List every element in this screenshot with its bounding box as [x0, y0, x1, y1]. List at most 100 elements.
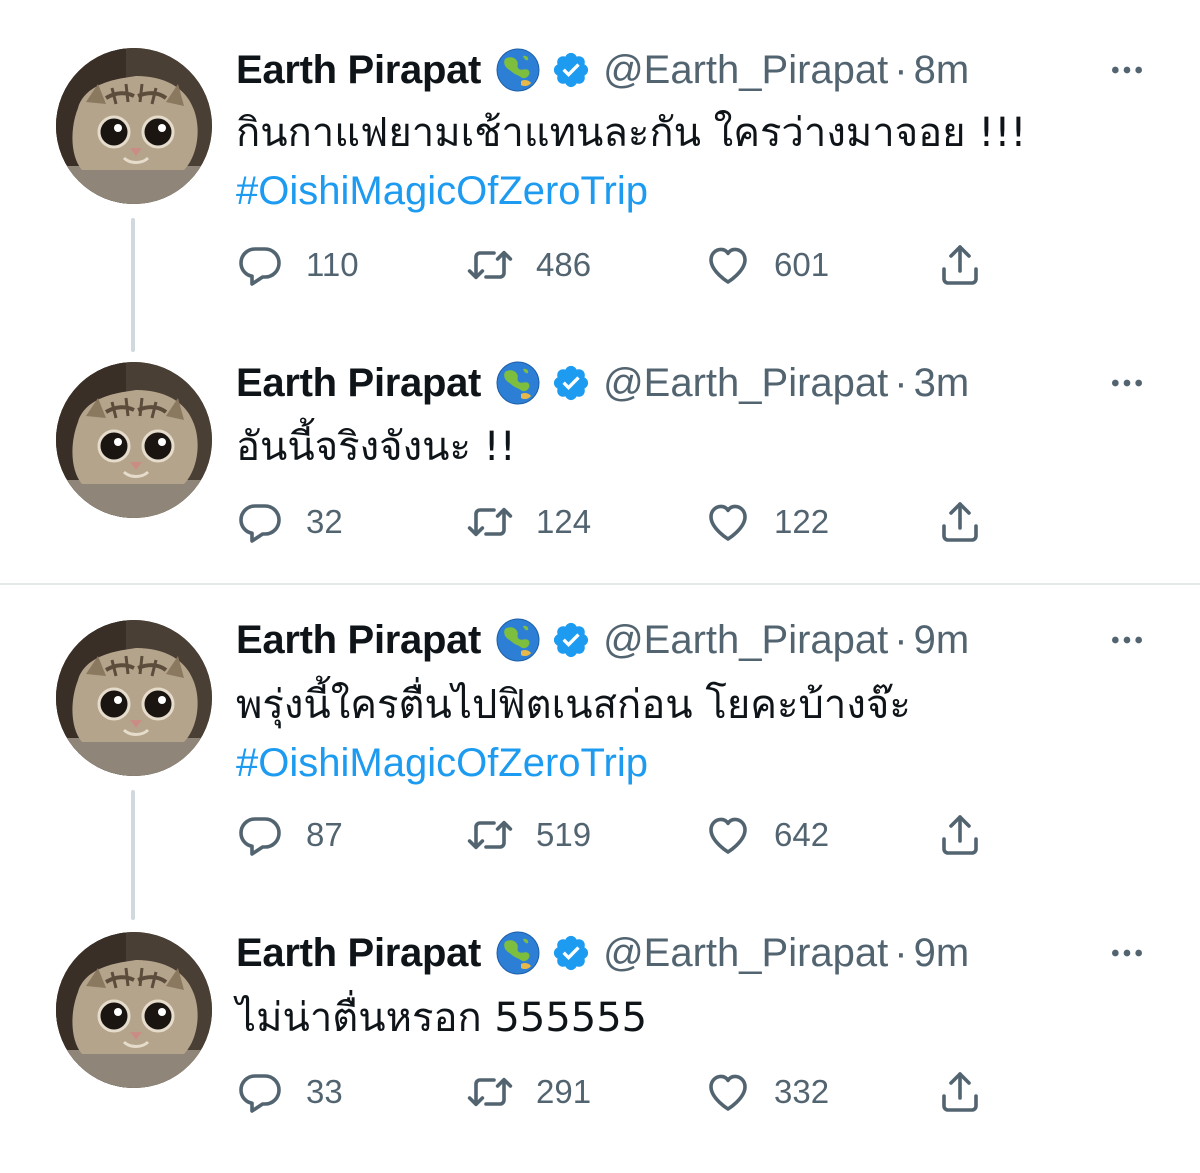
- more-options-button[interactable]: [1102, 928, 1152, 978]
- retweet-count: 291: [536, 1073, 592, 1110]
- reply-count: 32: [306, 503, 343, 540]
- more-options-icon: [1107, 620, 1147, 660]
- verified-badge-icon: [551, 620, 591, 660]
- share-button[interactable]: [936, 497, 984, 547]
- user-handle[interactable]: @Earth_Pirapat: [603, 931, 888, 976]
- retweet-button[interactable]: 124: [466, 497, 591, 547]
- user-handle[interactable]: @Earth_Pirapat: [603, 618, 888, 663]
- reply-count: 33: [306, 1073, 343, 1110]
- reply-icon: [236, 811, 284, 859]
- tweet-text: ไม่น่าตื่นหรอก 555555: [236, 989, 647, 1047]
- share-button[interactable]: [936, 1067, 984, 1117]
- reply-count: 110: [306, 246, 359, 283]
- thread-connector-line: [131, 218, 135, 352]
- separator-dot: ·: [894, 360, 908, 405]
- retweet-button[interactable]: 519: [466, 810, 591, 860]
- tweet-header: Earth Pirapat @Earth_Pirapat · 9m: [236, 928, 969, 978]
- tweet-header: Earth Pirapat @Earth_Pirapat · 3m: [236, 358, 969, 408]
- more-options-button[interactable]: [1102, 615, 1152, 665]
- user-handle[interactable]: @Earth_Pirapat: [603, 361, 888, 406]
- retweet-button[interactable]: 486: [466, 240, 591, 290]
- more-options-icon: [1107, 50, 1147, 90]
- avatar[interactable]: [56, 620, 212, 776]
- heart-icon: [704, 498, 752, 546]
- reply-button[interactable]: 33: [236, 1067, 343, 1117]
- like-count: 601: [774, 246, 830, 283]
- reply-count: 87: [306, 816, 343, 853]
- user-handle[interactable]: @Earth_Pirapat: [603, 48, 888, 93]
- reply-icon: [236, 498, 284, 546]
- separator-dot: ·: [894, 617, 908, 662]
- like-button[interactable]: 601: [704, 240, 829, 290]
- display-name[interactable]: Earth Pirapat: [236, 48, 481, 93]
- reply-button[interactable]: 87: [236, 810, 343, 860]
- separator-dot: ·: [894, 47, 908, 92]
- tweet-actions: 32 124 122: [236, 497, 996, 547]
- retweet-count: 486: [536, 246, 592, 283]
- more-options-button[interactable]: [1102, 45, 1152, 95]
- display-name[interactable]: Earth Pirapat: [236, 618, 481, 663]
- tweet-actions: 110 486 601: [236, 240, 996, 290]
- like-button[interactable]: 642: [704, 810, 829, 860]
- timestamp[interactable]: 9m: [914, 618, 970, 663]
- heart-icon: [704, 1068, 752, 1116]
- verified-badge-icon: [551, 363, 591, 403]
- thread-connector-line: [131, 790, 135, 920]
- tweet-text: พรุ่งนี้ใครตื่นไปฟิตเนสก่อน โยคะบ้างจ๊ะ …: [236, 676, 911, 792]
- retweet-icon: [466, 1068, 514, 1116]
- share-button[interactable]: [936, 240, 984, 290]
- more-options-icon: [1107, 363, 1147, 403]
- avatar[interactable]: [56, 48, 212, 204]
- share-icon: [936, 1068, 984, 1116]
- avatar[interactable]: [56, 932, 212, 1088]
- reply-button[interactable]: 110: [236, 240, 359, 290]
- tweet-actions: 87 519 642: [236, 810, 996, 860]
- cat-avatar-image: [56, 362, 212, 518]
- thread-divider: [0, 583, 1200, 585]
- timestamp[interactable]: 3m: [914, 361, 970, 406]
- display-name[interactable]: Earth Pirapat: [236, 361, 481, 406]
- avatar[interactable]: [56, 362, 212, 518]
- verified-badge-icon: [551, 50, 591, 90]
- tweet-header: Earth Pirapat @Earth_Pirapat · 8m: [236, 45, 969, 95]
- tweet-text: กินกาแฟยามเช้าแทนละกัน ใครว่างมาจอย !!! …: [236, 104, 1026, 220]
- reply-button[interactable]: 32: [236, 497, 343, 547]
- retweet-icon: [466, 498, 514, 546]
- cat-avatar-image: [56, 48, 212, 204]
- tweet-text-content: พรุ่งนี้ใครตื่นไปฟิตเนสก่อน โยคะบ้างจ๊ะ: [236, 682, 911, 728]
- tweet-header: Earth Pirapat @Earth_Pirapat · 9m: [236, 615, 969, 665]
- share-icon: [936, 811, 984, 859]
- more-options-button[interactable]: [1102, 358, 1152, 408]
- tweet-text-content: ไม่น่าตื่นหรอก 555555: [236, 995, 648, 1041]
- cat-avatar-image: [56, 620, 212, 776]
- retweet-button[interactable]: 291: [466, 1067, 591, 1117]
- tweet-text: อันนี้จริงจังนะ !!: [236, 418, 516, 476]
- heart-icon: [704, 241, 752, 289]
- share-icon: [936, 498, 984, 546]
- hashtag-link[interactable]: #OishiMagicOfZeroTrip: [236, 162, 1026, 220]
- more-options-icon: [1107, 933, 1147, 973]
- timestamp[interactable]: 8m: [914, 48, 970, 93]
- retweet-icon: [466, 811, 514, 859]
- verified-badge-icon: [551, 933, 591, 973]
- retweet-count: 124: [536, 503, 592, 540]
- timestamp[interactable]: 9m: [914, 931, 970, 976]
- tweet-text-content: กินกาแฟยามเช้าแทนละกัน ใครว่างมาจอย !!!: [236, 110, 1027, 156]
- like-button[interactable]: 122: [704, 497, 829, 547]
- like-count: 122: [774, 503, 830, 540]
- tweet-feed: Earth Pirapat @Earth_Pirapat · 8m กินกาแ…: [0, 0, 1200, 1173]
- share-icon: [936, 241, 984, 289]
- display-name[interactable]: Earth Pirapat: [236, 931, 481, 976]
- like-button[interactable]: 332: [704, 1067, 829, 1117]
- globe-asia-australia-icon: [495, 360, 541, 406]
- retweet-count: 519: [536, 816, 592, 853]
- reply-icon: [236, 1068, 284, 1116]
- tweet-text-content: อันนี้จริงจังนะ !!: [236, 424, 516, 470]
- like-count: 642: [774, 816, 830, 853]
- hashtag-link[interactable]: #OishiMagicOfZeroTrip: [236, 734, 911, 792]
- retweet-icon: [466, 241, 514, 289]
- globe-asia-australia-icon: [495, 930, 541, 976]
- tweet-actions: 33 291 332: [236, 1067, 996, 1117]
- share-button[interactable]: [936, 810, 984, 860]
- cat-avatar-image: [56, 932, 212, 1088]
